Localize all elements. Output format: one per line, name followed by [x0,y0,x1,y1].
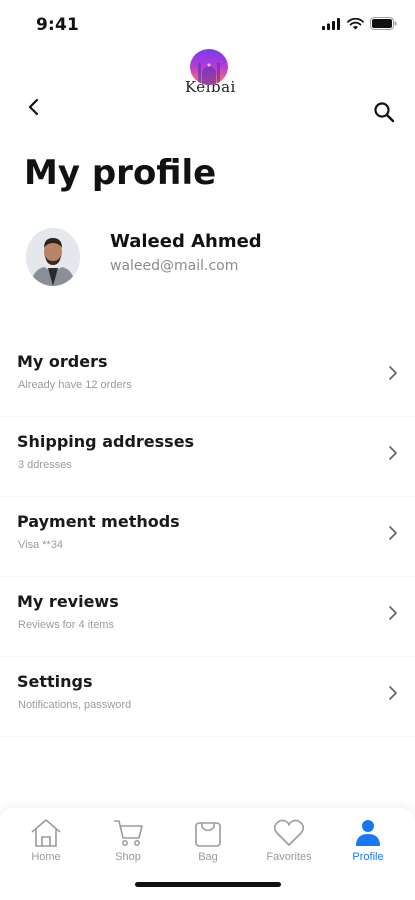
menu-item-subtitle: Notifications, password [18,699,132,711]
tab-home[interactable]: Home [6,818,86,863]
menu-item-title: My orders [17,352,108,371]
status-time: 9:41 [36,15,80,35]
bag-icon [195,822,221,847]
chevron-right-icon [389,686,397,700]
menu-item-my-orders[interactable]: My orders Already have 12 orders [0,336,415,416]
menu-item-title: My reviews [17,592,119,611]
menu-item-settings[interactable]: Settings Notifications, password [0,656,415,736]
avatar[interactable] [26,228,80,286]
user-email: waleed@mail.com [110,258,239,274]
tab-label: Home [31,851,61,863]
menu-item-subtitle: Visa **34 [18,539,64,551]
battery-icon [370,17,397,30]
back-icon[interactable] [22,95,46,119]
menu-item-subtitle: 3 ddresses [18,459,72,471]
tab-favorites[interactable]: Favorites [249,818,329,863]
home-icon [31,819,61,847]
status-bar: 9:41 [0,0,415,48]
app-logo: Keibai [185,49,235,97]
tab-label: Bag [198,851,218,863]
cellular-signal-icon [322,17,340,30]
chevron-right-icon [389,446,397,460]
status-icons [322,17,397,30]
menu-item-my-reviews[interactable]: My reviews Reviews for 4 items [0,576,415,656]
wifi-icon [347,17,364,29]
page-title: My profile [24,153,217,193]
cart-icon [114,820,143,846]
menu-item-title: Settings [17,672,93,691]
menu-item-shipping-addresses[interactable]: Shipping addresses 3 ddresses [0,416,415,496]
chevron-right-icon [389,366,397,380]
home-indicator [135,882,281,887]
menu-item-title: Payment methods [17,512,180,531]
profile-icon [356,820,380,846]
tab-label: Favorites [266,851,312,863]
user-name: Waleed Ahmed [110,231,262,252]
logo-mosque-icon [190,49,228,85]
menu-item-subtitle: Already have 12 orders [18,379,132,391]
tab-shop[interactable]: Shop [88,818,168,863]
tab-profile[interactable]: Profile [328,818,408,863]
profile-menu: My orders Already have 12 orders Shippin… [0,336,415,736]
menu-item-payment-methods[interactable]: Payment methods Visa **34 [0,496,415,576]
tab-label: Shop [115,851,141,863]
tab-label: Profile [352,851,384,863]
search-icon[interactable] [373,101,395,123]
menu-item-title: Shipping addresses [17,432,195,451]
chevron-right-icon [389,606,397,620]
menu-item-subtitle: Reviews for 4 items [18,619,114,631]
heart-icon [273,819,305,846]
tab-bag[interactable]: Bag [168,818,248,863]
chevron-right-icon [389,526,397,540]
